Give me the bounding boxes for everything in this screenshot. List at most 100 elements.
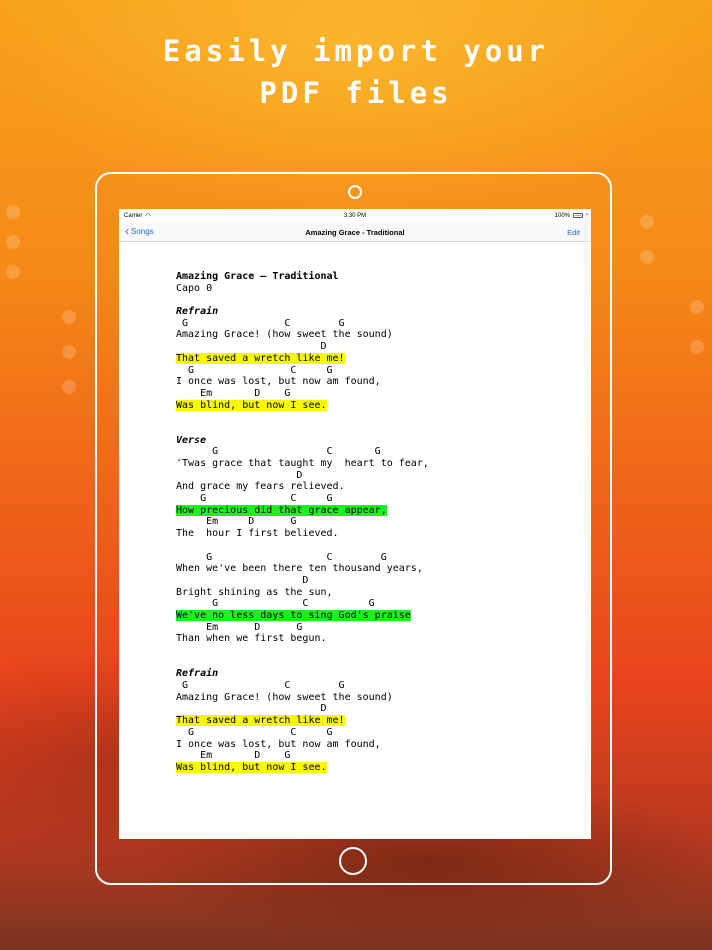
bokeh-light bbox=[62, 310, 76, 324]
camera-icon bbox=[348, 185, 362, 199]
sheet-line: And grace my fears relieved. bbox=[176, 481, 429, 493]
sheet-line: When we've been there ten thousand years… bbox=[176, 563, 429, 575]
highlighted-lyric: That saved a wretch like me! bbox=[176, 352, 345, 364]
sheet-line: That saved a wretch like me! bbox=[176, 715, 429, 727]
sheet-line bbox=[176, 657, 429, 669]
line-text: Em D G bbox=[176, 516, 297, 528]
bokeh-light bbox=[640, 250, 654, 264]
highlighted-lyric: How precious did that grace appear, bbox=[176, 504, 387, 516]
edit-button[interactable]: Edit bbox=[567, 228, 580, 237]
line-text: G C G bbox=[176, 317, 345, 329]
sheet-line bbox=[176, 411, 429, 423]
line-text: G C G bbox=[176, 680, 345, 692]
highlighted-lyric: Was blind, but now I see. bbox=[176, 761, 327, 773]
sheet-line: The hour I first believed. bbox=[176, 528, 429, 540]
line-text: Em D G bbox=[176, 750, 291, 762]
line-text: D bbox=[176, 341, 327, 353]
bokeh-light bbox=[690, 340, 704, 354]
charging-icon: › bbox=[586, 212, 588, 218]
sheet-line: Em D G bbox=[176, 388, 429, 400]
bokeh-light bbox=[62, 380, 76, 394]
line-text: I once was lost, but now am found, bbox=[176, 376, 381, 388]
sheet-line: Amazing Grace! (how sweet the sound) bbox=[176, 692, 429, 704]
sheet-line: We've no less days to sing God's praise bbox=[176, 609, 429, 622]
line-text: Verse bbox=[176, 434, 207, 446]
sheet-line: G C G bbox=[176, 552, 429, 564]
sheet-line bbox=[176, 423, 429, 435]
sheet-line: Was blind, but now I see. bbox=[176, 761, 429, 774]
battery-percent: 100% bbox=[554, 213, 570, 219]
sheet-line: Amazing Grace! (how sweet the sound) bbox=[176, 329, 429, 341]
sheet-line: G C G bbox=[176, 598, 429, 610]
sheet-line: G C G bbox=[176, 493, 429, 505]
sheet-line: G C G bbox=[176, 446, 429, 458]
sheet-line: 'Twas grace that taught my heart to fear… bbox=[176, 458, 429, 470]
line-text: G C G bbox=[176, 364, 333, 376]
line-text: G C G bbox=[176, 726, 333, 738]
bokeh-light bbox=[6, 235, 20, 249]
sheet-line: How precious did that grace appear, bbox=[176, 504, 429, 517]
line-text: Amazing Grace! (how sweet the sound) bbox=[176, 691, 393, 703]
line-text: Em D G bbox=[176, 387, 291, 399]
status-bar: Carrier ◠ 3:30 PM 100% › bbox=[119, 209, 591, 223]
tablet-frame: Carrier ◠ 3:30 PM 100% › ‹ Songs Amazing… bbox=[95, 172, 612, 885]
line-text: Bright shining as the sun, bbox=[176, 586, 333, 598]
highlighted-lyric: We've no less days to sing God's praise bbox=[176, 609, 411, 621]
highlighted-lyric: That saved a wretch like me! bbox=[176, 715, 345, 727]
song-title: Amazing Grace – Traditional bbox=[176, 271, 429, 283]
page-title: Amazing Grace - Traditional bbox=[305, 228, 405, 237]
line-text: I once was lost, but now am found, bbox=[176, 738, 381, 750]
sheet-line: Em D G bbox=[176, 750, 429, 762]
bokeh-light bbox=[6, 265, 20, 279]
sheet-line bbox=[176, 540, 429, 552]
line-text: G C G bbox=[176, 446, 381, 458]
navigation-bar: ‹ Songs Amazing Grace - Traditional Edit bbox=[119, 223, 591, 242]
sheet-line: D bbox=[176, 341, 429, 353]
line-text: G C G bbox=[176, 598, 375, 610]
home-button[interactable] bbox=[339, 847, 367, 875]
sheet-line: That saved a wretch like me! bbox=[176, 352, 429, 365]
sheet-line: Than when we first begun. bbox=[176, 633, 429, 645]
line-text: G C G bbox=[176, 551, 387, 563]
section-heading: Refrain bbox=[176, 306, 429, 318]
sheet-line: D bbox=[176, 703, 429, 715]
sheet-line: Em D G bbox=[176, 516, 429, 528]
sheet-line: Was blind, but now I see. bbox=[176, 399, 429, 412]
sheet-line: G C G bbox=[176, 680, 429, 692]
sheet-line: G C G bbox=[176, 365, 429, 377]
line-text: G C G bbox=[176, 493, 333, 505]
bokeh-light bbox=[640, 215, 654, 229]
line-text: Than when we first begun. bbox=[176, 633, 327, 645]
chord-sheet: Amazing Grace – Traditional Capo 0 Refrain… bbox=[176, 271, 429, 774]
line-text: D bbox=[176, 703, 327, 715]
line-text: Em D G bbox=[176, 621, 303, 633]
promo-headline: Easily import your PDF files bbox=[162, 34, 550, 110]
line-text: Amazing Grace – Traditional bbox=[176, 271, 339, 282]
sheet-line: G C G bbox=[176, 318, 429, 330]
sheet-line: Capo 0 bbox=[176, 283, 429, 295]
bokeh-light bbox=[62, 345, 76, 359]
line-text: D bbox=[176, 469, 303, 481]
line-text: Refrain bbox=[176, 306, 219, 318]
line-text: D bbox=[176, 574, 309, 586]
section-heading: Verse bbox=[176, 435, 429, 447]
sheet-line: Em D G bbox=[176, 622, 429, 634]
status-time: 3:30 PM bbox=[343, 213, 367, 219]
bokeh-light bbox=[6, 205, 20, 219]
line-text: Refrain bbox=[176, 668, 219, 680]
line-text: 'Twas grace that taught my heart to fear… bbox=[176, 458, 429, 469]
bokeh-light bbox=[690, 300, 704, 314]
line-text: Amazing Grace! (how sweet the sound) bbox=[176, 329, 393, 341]
line-text: And grace my fears relieved. bbox=[176, 481, 345, 493]
line-text: Capo 0 bbox=[176, 282, 213, 294]
sheet-line bbox=[176, 294, 429, 306]
sheet-line: I once was lost, but now am found, bbox=[176, 376, 429, 388]
line-text: When we've been there ten thousand years… bbox=[176, 563, 423, 575]
section-heading: Refrain bbox=[176, 668, 429, 680]
line-text: The hour I first believed. bbox=[176, 528, 339, 540]
sheet-line: I once was lost, but now am found, bbox=[176, 739, 429, 751]
sheet-line: D bbox=[176, 470, 429, 482]
sheet-line: Bright shining as the sun, bbox=[176, 587, 429, 599]
device-screen: Carrier ◠ 3:30 PM 100% › ‹ Songs Amazing… bbox=[119, 209, 591, 839]
sheet-line: D bbox=[176, 575, 429, 587]
